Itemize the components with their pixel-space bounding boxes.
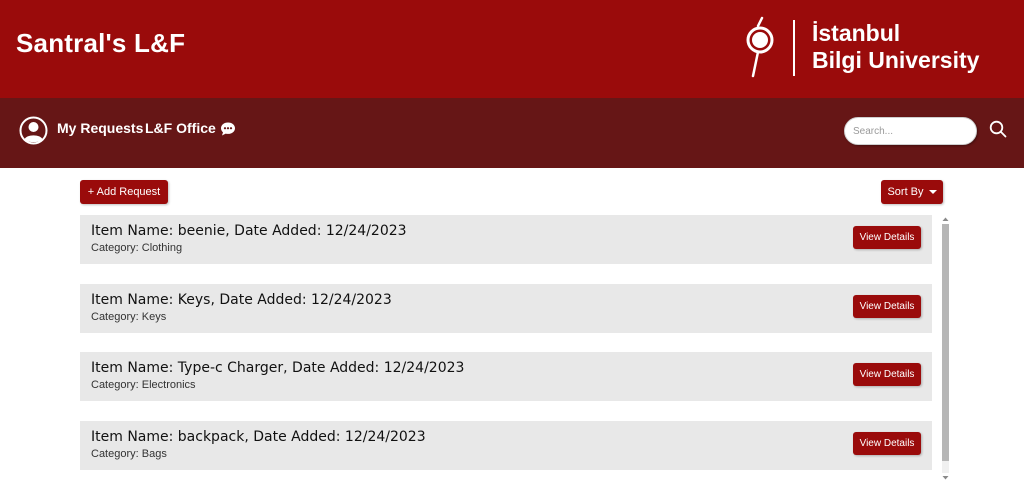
sort-by-label: Sort By (887, 186, 924, 198)
view-details-button[interactable]: View Details (853, 226, 921, 249)
view-details-button[interactable]: View Details (853, 363, 921, 386)
nav-bar: My Requests L&F Office (0, 98, 1024, 168)
chat-icon[interactable] (220, 121, 236, 137)
top-header: Santral's L&F İstanbul Bilgi University (0, 0, 1024, 98)
add-request-button[interactable]: + Add Request (80, 180, 168, 204)
item-title: Item Name: Type-c Charger, Date Added: 1… (91, 360, 465, 376)
university-logo: İstanbul Bilgi University (742, 16, 982, 80)
list-scrollbar[interactable] (940, 215, 951, 482)
caret-down-icon (928, 190, 937, 195)
nav-my-requests[interactable]: My Requests (57, 120, 143, 136)
view-details-button[interactable]: View Details (853, 295, 921, 318)
bilgi-logo-icon (746, 16, 774, 78)
nav-lf-office[interactable]: L&F Office (145, 120, 216, 136)
search-input[interactable] (844, 117, 977, 145)
view-details-button[interactable]: View Details (853, 432, 921, 455)
app-title: Santral's L&F (16, 28, 186, 58)
item-title: Item Name: Keys, Date Added: 12/24/2023 (91, 292, 392, 308)
scroll-up-icon[interactable] (940, 215, 951, 223)
item-category: Category: Bags (91, 448, 167, 460)
university-name: İstanbul Bilgi University (812, 20, 979, 74)
item-category: Category: Keys (91, 311, 167, 323)
item-title: Item Name: beenie, Date Added: 12/24/202… (91, 223, 407, 239)
item-title: Item Name: backpack, Date Added: 12/24/2… (91, 429, 426, 445)
sort-by-button[interactable]: Sort By (881, 180, 943, 204)
user-icon[interactable] (19, 116, 48, 145)
search-icon[interactable] (989, 120, 1007, 138)
list-item: Item Name: beenie, Date Added: 12/24/202… (80, 215, 932, 264)
logo-divider (793, 20, 795, 76)
scroll-thumb[interactable] (942, 224, 949, 461)
list-item: Item Name: Type-c Charger, Date Added: 1… (80, 352, 932, 401)
list-item: Item Name: backpack, Date Added: 12/24/2… (80, 421, 932, 470)
university-name-line1: İstanbul (812, 20, 901, 46)
item-category: Category: Electronics (91, 379, 196, 391)
list-item: Item Name: Keys, Date Added: 12/24/2023 … (80, 284, 932, 333)
university-name-line2: Bilgi University (812, 47, 980, 73)
scroll-down-icon[interactable] (940, 474, 951, 482)
item-category: Category: Clothing (91, 242, 183, 254)
